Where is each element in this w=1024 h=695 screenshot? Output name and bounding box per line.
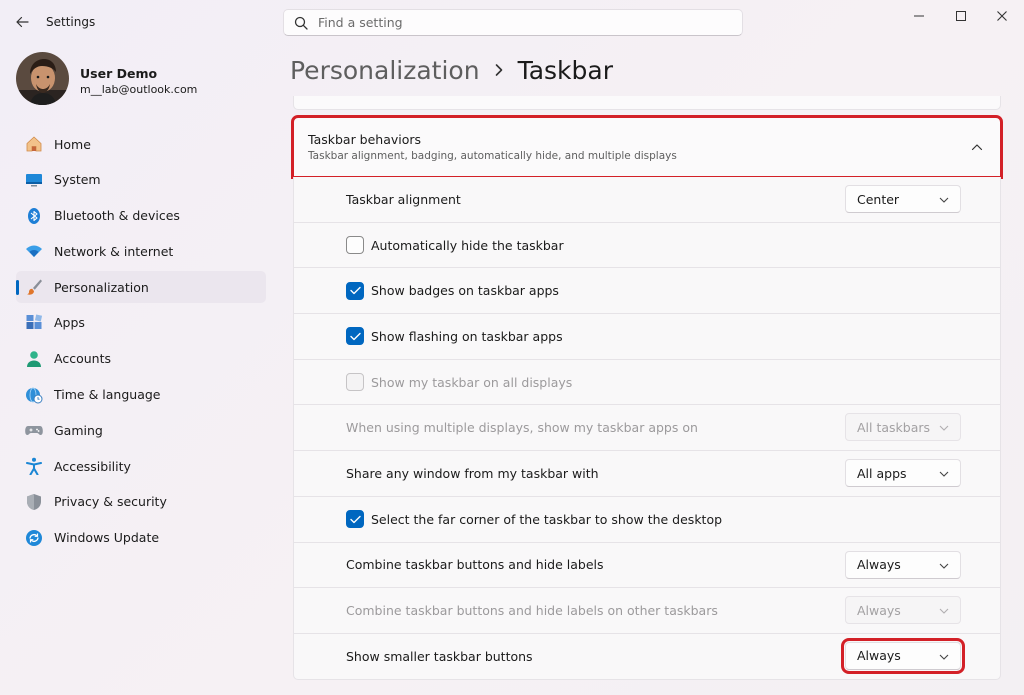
share-window-dropdown[interactable]: All apps xyxy=(845,459,961,488)
title-bar: Settings xyxy=(0,0,1024,44)
setting-flashing[interactable]: Show flashing on taskbar apps xyxy=(293,314,1001,360)
checkmark-icon xyxy=(349,287,361,295)
sidebar-item-accounts[interactable]: Accounts xyxy=(16,343,266,375)
multi-display-apps-dropdown: All taskbars xyxy=(845,413,961,442)
accessibility-icon xyxy=(24,456,44,476)
setting-taskbar-alignment: Taskbar alignment Center xyxy=(293,177,1001,223)
smaller-buttons-dropdown[interactable]: Always xyxy=(841,637,965,674)
setting-autohide[interactable]: Automatically hide the taskbar xyxy=(293,222,1001,269)
sidebar-nav: Home System Bluetooth & devices Network … xyxy=(16,128,266,558)
sidebar-item-network-internet[interactable]: Network & internet xyxy=(16,235,266,267)
chevron-down-icon xyxy=(939,606,949,616)
search-box[interactable] xyxy=(283,9,743,36)
chevron-up-icon[interactable] xyxy=(968,138,986,156)
setting-combine: Combine taskbar buttons and hide labels … xyxy=(293,542,1001,589)
globe-clock-icon xyxy=(24,385,44,405)
setting-badges[interactable]: Show badges on taskbar apps xyxy=(293,268,1001,315)
sidebar-item-apps[interactable]: Apps xyxy=(16,307,266,339)
all-displays-checkbox xyxy=(346,373,364,392)
settings-list: Taskbar alignment Center Automatically h… xyxy=(293,177,1001,680)
sidebar-item-system[interactable]: System xyxy=(16,164,266,196)
user-profile[interactable]: User Demo m__lab@outlook.com xyxy=(16,52,266,106)
chevron-down-icon xyxy=(939,469,949,479)
sidebar-item-gaming[interactable]: Gaming xyxy=(16,414,266,446)
setting-share-window: Share any window from my taskbar with Al… xyxy=(293,451,1001,497)
app-title: Settings xyxy=(46,15,96,29)
minimize-button[interactable] xyxy=(902,4,936,28)
breadcrumb: Personalization Taskbar xyxy=(290,53,613,87)
avatar xyxy=(16,52,69,105)
maximize-icon xyxy=(956,11,966,21)
combine-dropdown[interactable]: Always xyxy=(845,550,961,579)
autohide-checkbox[interactable] xyxy=(346,236,364,255)
chevron-right-icon xyxy=(494,63,504,77)
chevron-down-icon xyxy=(939,195,949,205)
sidebar-item-windows-update[interactable]: Windows Update xyxy=(16,522,266,554)
setting-multi-display-apps: When using multiple displays, show my ta… xyxy=(293,405,1001,452)
taskbar-alignment-dropdown[interactable]: Center xyxy=(845,185,961,213)
wifi-icon xyxy=(24,241,44,261)
checkmark-icon xyxy=(349,515,361,523)
brush-icon xyxy=(24,277,44,297)
chevron-down-icon xyxy=(939,423,949,433)
checkmark-icon xyxy=(349,332,361,341)
close-icon xyxy=(997,11,1007,21)
section-subtitle: Taskbar alignment, badging, automaticall… xyxy=(308,150,677,162)
sidebar-item-time-language[interactable]: Time & language xyxy=(16,379,266,411)
search-icon xyxy=(294,16,308,30)
far-corner-checkbox[interactable] xyxy=(346,510,364,529)
setting-combine-other: Combine taskbar buttons and hide labels … xyxy=(293,588,1001,634)
chevron-down-icon xyxy=(939,561,949,571)
sidebar-item-privacy-security[interactable]: Privacy & security xyxy=(16,486,266,518)
apps-icon xyxy=(24,313,44,333)
person-icon xyxy=(24,349,44,369)
back-button[interactable] xyxy=(10,10,34,34)
section-title: Taskbar behaviors xyxy=(308,132,422,147)
home-icon xyxy=(24,134,44,154)
sidebar-item-home[interactable]: Home xyxy=(16,128,266,160)
user-name: User Demo xyxy=(80,66,158,81)
close-button[interactable] xyxy=(985,4,1019,28)
combine-other-dropdown: Always xyxy=(845,596,961,625)
sidebar-item-accessibility[interactable]: Accessibility xyxy=(16,450,266,482)
update-icon xyxy=(24,528,44,548)
setting-far-corner[interactable]: Select the far corner of the taskbar to … xyxy=(293,496,1001,543)
chevron-down-icon xyxy=(939,652,949,662)
settings-content: Taskbar behaviors Taskbar alignment, bad… xyxy=(291,96,1003,680)
taskbar-behaviors-header[interactable]: Taskbar behaviors Taskbar alignment, bad… xyxy=(291,115,1003,179)
user-avatar-icon xyxy=(16,52,69,105)
minimize-icon xyxy=(914,15,924,17)
setting-all-displays: Show my taskbar on all displays xyxy=(293,359,1001,406)
breadcrumb-parent[interactable]: Personalization xyxy=(290,56,480,85)
setting-smaller-buttons: Show smaller taskbar buttons Always xyxy=(293,633,1001,680)
user-email: m__lab@outlook.com xyxy=(80,83,198,96)
sidebar-item-bluetooth-devices[interactable]: Bluetooth & devices xyxy=(16,200,266,232)
badges-checkbox[interactable] xyxy=(346,281,364,300)
maximize-button[interactable] xyxy=(944,4,978,28)
page-title: Taskbar xyxy=(517,55,613,85)
gamepad-icon xyxy=(24,420,44,440)
system-icon xyxy=(24,170,44,190)
flashing-checkbox[interactable] xyxy=(346,327,364,346)
search-input[interactable] xyxy=(318,15,718,30)
back-arrow-icon xyxy=(16,16,29,28)
previous-section-card xyxy=(293,96,1001,110)
sidebar-item-personalization[interactable]: Personalization xyxy=(16,271,266,304)
shield-icon xyxy=(24,492,44,512)
bluetooth-icon xyxy=(24,206,44,226)
